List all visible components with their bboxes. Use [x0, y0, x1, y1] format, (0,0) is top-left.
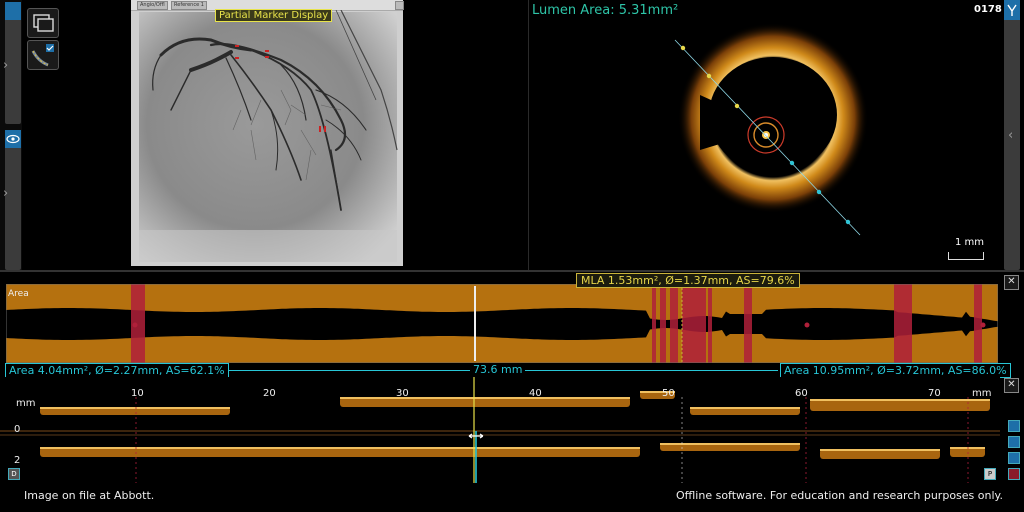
unit-label-right: mm: [972, 388, 992, 399]
window-icon: [33, 14, 54, 32]
stenosis-band: [660, 284, 666, 363]
partial-marker-display-label: Partial Marker Display: [215, 9, 333, 22]
eye-icon[interactable]: [6, 132, 20, 146]
close-icon[interactable]: ✕: [1004, 378, 1019, 393]
distal-end-marker[interactable]: D: [8, 468, 20, 480]
tick-label: 10: [131, 388, 144, 399]
scale-bar: [948, 252, 984, 260]
section-divider: [0, 270, 1024, 272]
long-view-control[interactable]: [1008, 468, 1020, 480]
chevron-left-icon[interactable]: ‹: [1008, 128, 1013, 143]
long-view-control[interactable]: [1008, 420, 1020, 432]
chevron-right-icon[interactable]: ›: [3, 186, 8, 201]
window-layout-button[interactable]: [27, 8, 59, 38]
angio-tab[interactable]: Angio/Offl: [137, 1, 168, 10]
mla-readout: MLA 1.53mm², Ø=1.37mm, AS=79.6%: [576, 273, 800, 288]
close-icon[interactable]: ✕: [1004, 275, 1019, 290]
catheter-view-button[interactable]: [27, 40, 59, 70]
unit-label-left: mm: [16, 398, 36, 409]
longitudinal-view[interactable]: [0, 377, 1000, 483]
lumen-profile-chart[interactable]: [6, 284, 998, 363]
vessel-wall-edge: [950, 447, 985, 449]
area-axis-label: Area: [8, 289, 29, 299]
tick-label: 60: [795, 388, 808, 399]
tick-label: 50: [662, 388, 675, 399]
depth-label: 0: [14, 424, 21, 435]
footer-right-note: Offline software. For education and rese…: [676, 489, 1003, 502]
vessel-wall-edge: [40, 407, 230, 409]
vessel-wall-edge: [40, 447, 640, 449]
panel-divider: [528, 0, 529, 270]
right-reference-readout: Area 10.95mm², Ø=3.72mm, AS=86.0%: [780, 363, 1011, 378]
left-reference-readout: Area 4.04mm², Ø=2.27mm, AS=62.1%: [5, 363, 229, 378]
angiogram-panel[interactable]: Angio/Offl Reference 1 Partial Marker Di…: [131, 0, 404, 266]
vessel-wall-edge: [340, 397, 630, 399]
reference-tab[interactable]: Reference 1: [171, 1, 207, 10]
proximal-end-marker[interactable]: P: [984, 468, 996, 480]
stenosis-band: [670, 284, 678, 363]
right-sidebar[interactable]: ‹: [1004, 0, 1020, 270]
tick-label: 20: [263, 388, 276, 399]
length-readout: 73.6 mm: [470, 363, 526, 376]
stenosis-band: [974, 284, 982, 363]
catheter-icon: [31, 44, 54, 67]
depth-label: 2: [14, 455, 21, 466]
stenosis-band: [708, 284, 712, 363]
chevron-right-icon[interactable]: ›: [3, 58, 8, 73]
tick-label: 40: [529, 388, 542, 399]
angio-close-button[interactable]: [395, 1, 404, 10]
vessel-wall-edge: [690, 407, 800, 409]
tick-label: 30: [396, 388, 409, 399]
stenosis-band: [744, 284, 752, 363]
long-view-control[interactable]: [1008, 436, 1020, 448]
sidebar-tab-top[interactable]: [5, 2, 21, 20]
vessel-wall-edge: [820, 449, 940, 451]
vessel-wall-edge: [660, 443, 800, 445]
stenosis-band: [652, 284, 656, 363]
vessel-wall-edge: [810, 399, 990, 401]
tick-label: 70: [928, 388, 941, 399]
stenosis-band: [894, 284, 912, 363]
long-view-control[interactable]: [1008, 452, 1020, 464]
footer-left-note: Image on file at Abbott.: [24, 489, 155, 502]
oct-cross-section[interactable]: [530, 0, 1002, 270]
angiogram-image: [139, 10, 398, 262]
scale-label: 1 mm: [955, 237, 985, 248]
stenosis-band: [682, 284, 706, 363]
catheter-icon: [1007, 4, 1017, 16]
